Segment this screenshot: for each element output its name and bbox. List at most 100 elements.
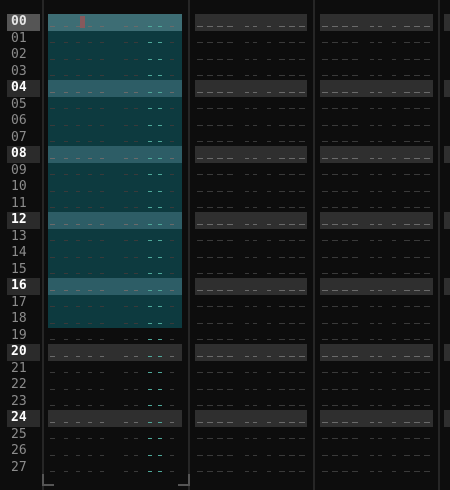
- pattern-row[interactable]: [444, 31, 450, 48]
- pattern-track-4[interactable]: [444, 14, 450, 476]
- pattern-row[interactable]: [48, 278, 182, 295]
- pattern-row[interactable]: [195, 295, 307, 312]
- pattern-row[interactable]: [320, 245, 433, 262]
- pattern-row[interactable]: [48, 96, 182, 113]
- pattern-row[interactable]: [320, 146, 433, 163]
- pattern-row[interactable]: [320, 311, 433, 328]
- pattern-row[interactable]: [320, 262, 433, 279]
- pattern-row[interactable]: [444, 344, 450, 361]
- pattern-row[interactable]: [48, 14, 182, 31]
- pattern-row[interactable]: [48, 443, 182, 460]
- pattern-row[interactable]: [48, 179, 182, 196]
- pattern-row[interactable]: [195, 245, 307, 262]
- pattern-row[interactable]: [320, 97, 433, 114]
- pattern-row[interactable]: [444, 410, 450, 427]
- pattern-row[interactable]: [48, 344, 182, 361]
- pattern-row[interactable]: [48, 195, 182, 212]
- pattern-row[interactable]: [320, 31, 433, 48]
- pattern-row[interactable]: [320, 361, 433, 378]
- pattern-row[interactable]: [195, 427, 307, 444]
- pattern-row[interactable]: [195, 328, 307, 345]
- pattern-row[interactable]: [195, 64, 307, 81]
- pattern-row[interactable]: [48, 328, 182, 345]
- pattern-row[interactable]: [444, 196, 450, 213]
- pattern-row[interactable]: [444, 361, 450, 378]
- pattern-row[interactable]: [48, 261, 182, 278]
- pattern-row[interactable]: [48, 30, 182, 47]
- pattern-row[interactable]: [444, 163, 450, 180]
- pattern-row[interactable]: [195, 311, 307, 328]
- pattern-row[interactable]: [195, 361, 307, 378]
- pattern-row[interactable]: [444, 328, 450, 345]
- pattern-row[interactable]: [195, 130, 307, 147]
- pattern-row[interactable]: [320, 163, 433, 180]
- pattern-row[interactable]: [48, 47, 182, 64]
- pattern-row[interactable]: [195, 410, 307, 427]
- pattern-row[interactable]: [195, 278, 307, 295]
- pattern-row[interactable]: [48, 63, 182, 80]
- pattern-row[interactable]: [444, 179, 450, 196]
- pattern-row[interactable]: [444, 97, 450, 114]
- pattern-row[interactable]: [48, 212, 182, 229]
- pattern-row[interactable]: [195, 196, 307, 213]
- pattern-row[interactable]: [320, 229, 433, 246]
- pattern-track-1[interactable]: [48, 14, 182, 476]
- pattern-row[interactable]: [444, 14, 450, 31]
- pattern-row[interactable]: [444, 262, 450, 279]
- pattern-row[interactable]: [195, 146, 307, 163]
- pattern-row[interactable]: [444, 443, 450, 460]
- pattern-row[interactable]: [195, 377, 307, 394]
- pattern-row[interactable]: [320, 278, 433, 295]
- pattern-row[interactable]: [444, 377, 450, 394]
- pattern-row[interactable]: [444, 80, 450, 97]
- pattern-row[interactable]: [444, 47, 450, 64]
- pattern-row[interactable]: [48, 80, 182, 97]
- pattern-row[interactable]: [195, 31, 307, 48]
- pattern-row[interactable]: [48, 113, 182, 130]
- pattern-row[interactable]: [320, 14, 433, 31]
- pattern-row[interactable]: [195, 163, 307, 180]
- pattern-row[interactable]: [444, 146, 450, 163]
- pattern-row[interactable]: [444, 278, 450, 295]
- pattern-row[interactable]: [195, 229, 307, 246]
- pattern-row[interactable]: [320, 394, 433, 411]
- pattern-row[interactable]: [320, 295, 433, 312]
- pattern-row[interactable]: [195, 394, 307, 411]
- pattern-row[interactable]: [444, 64, 450, 81]
- pattern-row[interactable]: [320, 328, 433, 345]
- pattern-row[interactable]: [48, 410, 182, 427]
- pattern-track-2[interactable]: [195, 14, 307, 476]
- pattern-row[interactable]: [195, 97, 307, 114]
- pattern-row[interactable]: [320, 47, 433, 64]
- pattern-row[interactable]: [320, 196, 433, 213]
- pattern-row[interactable]: [444, 295, 450, 312]
- pattern-row[interactable]: [48, 361, 182, 378]
- pattern-row[interactable]: [320, 113, 433, 130]
- pattern-row[interactable]: [195, 113, 307, 130]
- pattern-row[interactable]: [320, 427, 433, 444]
- pattern-row[interactable]: [195, 212, 307, 229]
- pattern-row[interactable]: [195, 262, 307, 279]
- pattern-row[interactable]: [320, 212, 433, 229]
- pattern-row[interactable]: [195, 80, 307, 97]
- pattern-row[interactable]: [195, 179, 307, 196]
- pattern-row[interactable]: [48, 311, 182, 328]
- pattern-row[interactable]: [48, 377, 182, 394]
- pattern-row[interactable]: [444, 212, 450, 229]
- pattern-row[interactable]: [444, 229, 450, 246]
- pattern-row[interactable]: [48, 129, 182, 146]
- pattern-row[interactable]: [48, 228, 182, 245]
- pattern-row[interactable]: [444, 130, 450, 147]
- pattern-row[interactable]: [320, 443, 433, 460]
- pattern-row[interactable]: [320, 377, 433, 394]
- pattern-row[interactable]: [195, 344, 307, 361]
- pattern-row[interactable]: [444, 113, 450, 130]
- pattern-row[interactable]: [320, 80, 433, 97]
- pattern-row[interactable]: [320, 460, 433, 477]
- pattern-row[interactable]: [444, 311, 450, 328]
- pattern-track-3[interactable]: [320, 14, 433, 476]
- pattern-row[interactable]: [48, 294, 182, 311]
- pattern-row[interactable]: [48, 460, 182, 477]
- pattern-row[interactable]: [48, 394, 182, 411]
- pattern-row[interactable]: [48, 162, 182, 179]
